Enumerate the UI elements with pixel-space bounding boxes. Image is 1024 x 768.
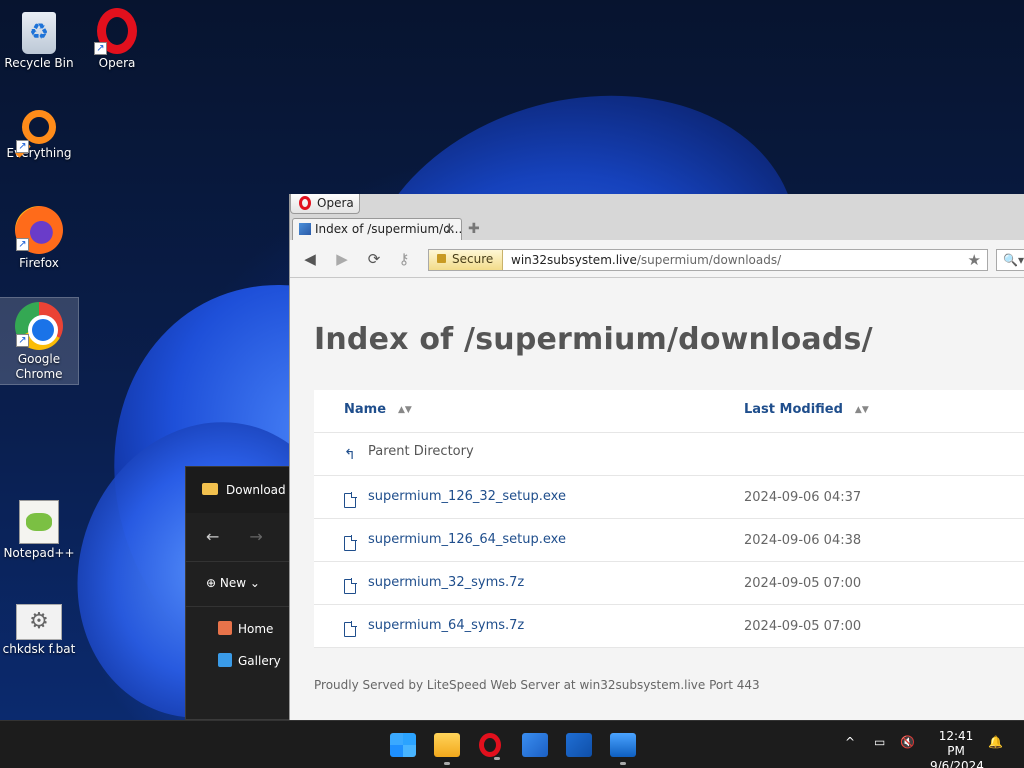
address-field[interactable]: Secure win32subsystem.live/supermium/dow… bbox=[428, 249, 988, 271]
explorer-toolbar: ⊕ New ⌄ bbox=[186, 561, 294, 607]
directory-listing: Name ▲▼ Last Modified ▲▼ ↰ Parent Director… bbox=[314, 390, 1024, 648]
parent-directory-row[interactable]: ↰ Parent Directory bbox=[314, 433, 1024, 476]
page-favicon-icon bbox=[299, 223, 311, 235]
notification-bell-icon[interactable]: 🔔 bbox=[988, 735, 1003, 768]
url-text[interactable]: win32subsystem.live/supermium/downloads/ bbox=[511, 253, 781, 267]
desktop-icon-label: Notepad++ bbox=[3, 546, 75, 560]
file-date: 2024-09-05 07:00 bbox=[744, 619, 862, 634]
shortcut-arrow-icon: ↗ bbox=[16, 238, 29, 251]
desktop-icon-label: Google Chrome bbox=[15, 352, 63, 381]
parent-directory-link[interactable]: Parent Directory bbox=[368, 444, 474, 459]
search-field[interactable]: 🔍▾ bbox=[996, 249, 1024, 271]
sidebar-item-home[interactable]: Home bbox=[218, 619, 294, 651]
column-modified-header[interactable]: Last Modified ▲▼ bbox=[744, 402, 869, 417]
bookmark-star-icon[interactable]: ★ bbox=[968, 251, 981, 269]
explorer-nav: ← → bbox=[186, 513, 294, 561]
start-windows-icon[interactable] bbox=[390, 733, 416, 757]
network-icon[interactable]: ▭ bbox=[874, 735, 885, 768]
desktop-icon-label: Everything bbox=[6, 146, 72, 160]
table-row[interactable]: supermium_64_syms.7z 2024-09-05 07:00 bbox=[314, 605, 1024, 648]
volume-muted-icon[interactable]: 🔇 bbox=[900, 735, 915, 768]
clock-time: 12:41 PM bbox=[938, 729, 974, 758]
table-row[interactable]: supermium_32_syms.7z 2024-09-05 07:00 bbox=[314, 562, 1024, 605]
file-icon bbox=[344, 535, 357, 551]
folder-icon bbox=[202, 483, 218, 495]
opera-menu-bar: Opera bbox=[290, 194, 1024, 214]
close-tab-icon[interactable]: ✕ bbox=[445, 222, 455, 236]
desktop-icon-firefox[interactable]: ↗ Firefox bbox=[0, 202, 78, 271]
resource-monitor-icon[interactable] bbox=[610, 733, 636, 765]
tab-bar: Index of /supermium/d... ✕ ✚ bbox=[290, 214, 1024, 240]
desktop-icon-google-chrome[interactable]: ↗ Google Chrome bbox=[0, 297, 79, 385]
desktop-icon-label: Opera bbox=[98, 56, 136, 70]
shortcut-arrow-icon: ↗ bbox=[16, 140, 29, 153]
taskbar: ^ ▭ 🔇 12:41 PM 9/6/2024 🔔 bbox=[0, 720, 1024, 768]
file-icon bbox=[344, 578, 357, 594]
desktop-icon-label: chkdsk f.bat bbox=[2, 642, 76, 656]
secure-badge[interactable]: Secure bbox=[429, 250, 503, 270]
back-button[interactable]: ◀ bbox=[300, 250, 320, 270]
tab-title: Index of /supermium/d... bbox=[315, 222, 462, 236]
file-link[interactable]: supermium_126_64_setup.exe bbox=[368, 532, 566, 547]
file-date: 2024-09-06 04:37 bbox=[744, 490, 862, 505]
clock-date: 9/6/2024 bbox=[930, 759, 984, 768]
table-row[interactable]: supermium_126_64_setup.exe 2024-09-06 04… bbox=[314, 519, 1024, 562]
reload-button[interactable]: ⟳ bbox=[364, 250, 384, 270]
file-icon bbox=[344, 621, 357, 637]
table-row[interactable]: supermium_126_32_setup.exe 2024-09-06 04… bbox=[314, 476, 1024, 519]
sort-icon: ▲▼ bbox=[854, 405, 869, 415]
wand-key-icon[interactable]: ⚷ bbox=[394, 250, 414, 270]
desktop-icon-everything[interactable]: ↗ Everything bbox=[0, 104, 78, 161]
recycle-bin-icon: ♻ bbox=[22, 12, 56, 54]
outlook-icon[interactable] bbox=[566, 733, 592, 757]
sort-icon: ▲▼ bbox=[398, 405, 412, 415]
desktop-icon-opera[interactable]: ↗ Opera bbox=[78, 4, 156, 71]
file-date: 2024-09-05 07:00 bbox=[744, 576, 862, 591]
opera-browser-window[interactable]: Opera Index of /supermium/d... ✕ ✚ ◀ ▶ ⟳… bbox=[289, 194, 1024, 720]
notepad-plus-plus-icon bbox=[19, 500, 59, 544]
lock-icon bbox=[437, 254, 446, 263]
gallery-icon bbox=[218, 653, 232, 667]
file-link[interactable]: supermium_32_syms.7z bbox=[368, 575, 524, 590]
batch-file-gear-icon: ⚙ bbox=[16, 604, 62, 640]
file-explorer-taskbar-icon[interactable] bbox=[434, 733, 460, 765]
new-button[interactable]: ⊕ New ⌄ bbox=[206, 576, 260, 590]
opera-logo-icon bbox=[299, 196, 311, 210]
explorer-sidebar: Home Gallery bbox=[186, 607, 294, 683]
column-name-header[interactable]: Name ▲▼ bbox=[344, 402, 412, 417]
home-icon bbox=[218, 621, 232, 635]
file-date: 2024-09-06 04:38 bbox=[744, 533, 862, 548]
clock[interactable]: 12:41 PM 9/6/2024 bbox=[930, 729, 984, 768]
new-tab-button[interactable]: ✚ bbox=[468, 221, 486, 237]
parent-arrow-icon: ↰ bbox=[344, 447, 356, 463]
microsoft-store-icon[interactable] bbox=[522, 733, 548, 757]
desktop-icon-recycle-bin[interactable]: ♻ Recycle Bin bbox=[0, 4, 78, 71]
explorer-title: Download bbox=[226, 483, 286, 497]
forward-button[interactable]: ▶ bbox=[332, 250, 352, 270]
desktop-icon-label: Firefox bbox=[19, 256, 59, 270]
desktop-icon-label: Recycle Bin bbox=[4, 56, 74, 70]
desktop-icon-notepad-plus-plus[interactable]: Notepad++ bbox=[0, 496, 78, 561]
tray-overflow-chevron-icon[interactable]: ^ bbox=[845, 735, 855, 768]
listing-header: Name ▲▼ Last Modified ▲▼ bbox=[314, 390, 1024, 433]
forward-arrow-icon[interactable]: → bbox=[249, 527, 262, 546]
everything-search-icon bbox=[22, 110, 56, 144]
back-arrow-icon[interactable]: ← bbox=[206, 527, 219, 546]
opera-menu-button[interactable]: Opera bbox=[290, 194, 360, 214]
address-toolbar: ◀ ▶ ⟳ ⚷ Secure win32subsystem.live/super… bbox=[290, 240, 1024, 278]
page-title: Index of /supermium/downloads/ bbox=[314, 322, 873, 357]
explorer-title-bar[interactable]: Download bbox=[186, 467, 294, 513]
server-footer: Proudly Served by LiteSpeed Web Server a… bbox=[314, 678, 760, 692]
file-icon bbox=[344, 492, 357, 508]
shortcut-arrow-icon: ↗ bbox=[16, 334, 29, 347]
file-explorer-window[interactable]: Download ← → ⊕ New ⌄ Home Gallery bbox=[185, 466, 295, 720]
file-link[interactable]: supermium_126_32_setup.exe bbox=[368, 489, 566, 504]
opera-taskbar-icon[interactable] bbox=[479, 733, 501, 760]
tab-index-of-supermium[interactable]: Index of /supermium/d... ✕ bbox=[292, 218, 462, 240]
sidebar-item-gallery[interactable]: Gallery bbox=[218, 651, 294, 683]
file-link[interactable]: supermium_64_syms.7z bbox=[368, 618, 524, 633]
shortcut-arrow-icon: ↗ bbox=[94, 42, 107, 55]
page-content: Index of /supermium/downloads/ Name ▲▼ La… bbox=[290, 278, 1024, 720]
desktop-icon-chkdsk-bat[interactable]: ⚙ chkdsk f.bat bbox=[0, 594, 78, 657]
